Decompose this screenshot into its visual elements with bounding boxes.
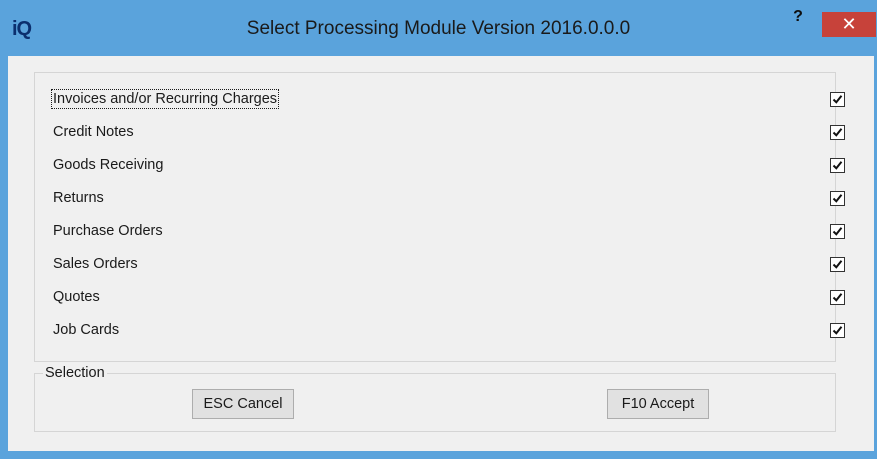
module-row-purchase-orders[interactable]: Purchase Orders [35, 217, 845, 247]
checkmark-icon [832, 194, 843, 203]
module-checkbox-credit-notes[interactable] [830, 125, 845, 140]
module-checkbox-purchase-orders[interactable] [830, 224, 845, 239]
close-button[interactable]: ✕ [822, 12, 876, 37]
checkmark-icon [832, 227, 843, 236]
esc-cancel-button[interactable]: ESC Cancel [192, 389, 294, 419]
checkmark-icon [832, 260, 843, 269]
module-row-returns[interactable]: Returns [35, 184, 845, 214]
module-label-goods-receiving[interactable]: Goods Receiving [53, 157, 163, 173]
module-checkbox-goods-receiving[interactable] [830, 158, 845, 173]
module-row-quotes[interactable]: Quotes [35, 283, 845, 313]
module-checkbox-sales-orders[interactable] [830, 257, 845, 272]
module-checkbox-job-cards[interactable] [830, 323, 845, 338]
module-row-job-cards[interactable]: Job Cards [35, 316, 845, 346]
checkmark-icon [832, 293, 843, 302]
module-label-job-cards[interactable]: Job Cards [53, 322, 119, 338]
module-checkbox-returns[interactable] [830, 191, 845, 206]
selection-group: Selection ESC Cancel F10 Accept [34, 365, 836, 432]
module-label-invoices[interactable]: Invoices and/or Recurring Charges [50, 89, 280, 109]
dialog-client-area: Invoices and/or Recurring Charges Credit… [8, 56, 874, 451]
selection-legend: Selection [43, 365, 107, 381]
module-checkbox-quotes[interactable] [830, 290, 845, 305]
checkmark-icon [832, 128, 843, 137]
module-label-purchase-orders[interactable]: Purchase Orders [53, 223, 163, 239]
help-button[interactable]: ? [776, 6, 820, 32]
dialog-window: iQ Select Processing Module Version 2016… [0, 0, 877, 459]
module-label-credit-notes[interactable]: Credit Notes [53, 124, 134, 140]
f10-accept-button[interactable]: F10 Accept [607, 389, 709, 419]
module-row-invoices[interactable]: Invoices and/or Recurring Charges [35, 85, 845, 115]
module-label-quotes[interactable]: Quotes [53, 289, 100, 305]
module-checkbox-invoices[interactable] [830, 92, 845, 107]
checkmark-icon [832, 95, 843, 104]
checkmark-icon [832, 161, 843, 170]
window-title: Select Processing Module Version 2016.0.… [246, 18, 631, 39]
close-icon: ✕ [841, 14, 857, 34]
module-label-returns[interactable]: Returns [53, 190, 104, 206]
module-label-sales-orders[interactable]: Sales Orders [53, 256, 138, 272]
module-row-credit-notes[interactable]: Credit Notes [35, 118, 845, 148]
module-row-goods-receiving[interactable]: Goods Receiving [35, 151, 845, 181]
checkmark-icon [832, 326, 843, 335]
title-bar[interactable]: iQ Select Processing Module Version 2016… [0, 0, 877, 56]
modules-group: Invoices and/or Recurring Charges Credit… [34, 72, 845, 362]
module-row-sales-orders[interactable]: Sales Orders [35, 250, 845, 280]
